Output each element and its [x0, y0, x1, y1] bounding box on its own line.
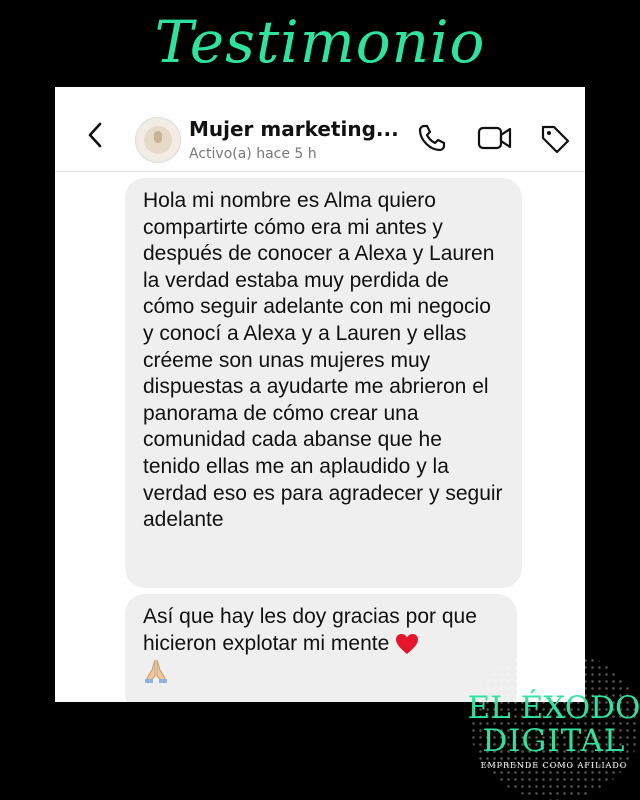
dm-conversation-screen: Mujer marketing... Activo(a) hace 5 h Ho… — [55, 87, 585, 702]
page-headline: Testimonio — [154, 8, 486, 76]
logo-line-2: DIGITAL — [482, 723, 626, 759]
back-arrow-icon[interactable] — [87, 122, 103, 148]
logo-line-1: EL ÉXODO — [467, 690, 640, 726]
video-call-icon[interactable] — [477, 123, 513, 153]
chat-header: Mujer marketing... Activo(a) hace 5 h — [55, 87, 585, 172]
message-text: Hola mi nombre es Alma quiero compartirt… — [143, 189, 503, 532]
contact-name[interactable]: Mujer marketing... — [189, 117, 399, 141]
message-bubble[interactable]: Así que hay les doy gracias por que hici… — [125, 594, 517, 702]
brand-logo: EL ÉXODO DIGITAL EMPRENDE COMO AFILIADO — [468, 650, 640, 800]
message-bubble[interactable]: Hola mi nombre es Alma quiero compartirt… — [125, 178, 522, 588]
heart-emoji-icon — [396, 634, 419, 655]
contact-status: Activo(a) hace 5 h — [189, 146, 317, 162]
tag-icon[interactable] — [539, 123, 571, 155]
praying-hands-emoji-icon — [145, 659, 167, 683]
message-text: Así que hay les doy gracias por que hici… — [143, 605, 477, 655]
phone-call-icon[interactable] — [417, 123, 447, 153]
avatar[interactable] — [135, 117, 181, 163]
logo-tagline: EMPRENDE COMO AFILIADO — [480, 761, 628, 770]
